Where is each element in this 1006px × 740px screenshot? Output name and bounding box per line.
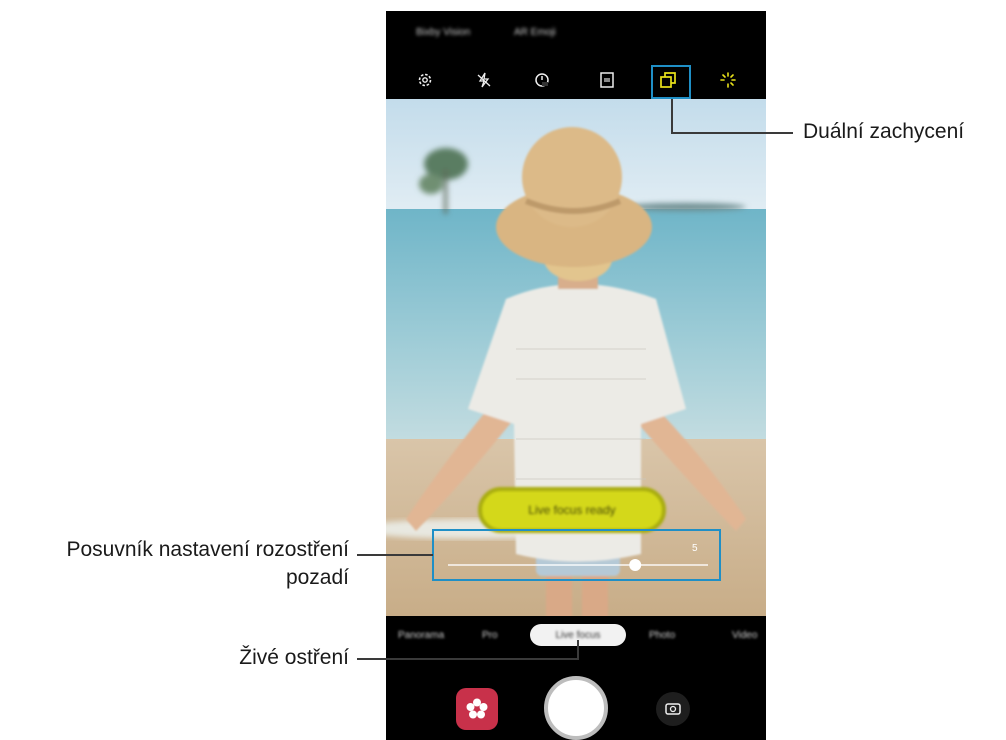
bixby-flower-icon[interactable] — [456, 688, 498, 730]
live-focus-ready-indicator: Live focus ready — [478, 487, 666, 533]
blur-slider-leader — [357, 554, 433, 556]
phone-screen: Bixby Vision AR Emoji Live focus ready 5… — [386, 11, 766, 740]
flash-off-icon[interactable] — [471, 67, 497, 93]
bottom-controls: Panorama Pro Live focus Photo Video — [386, 616, 766, 740]
tab-bixby-vision[interactable]: Bixby Vision — [416, 27, 470, 38]
switch-camera-icon[interactable] — [656, 692, 690, 726]
blur-slider-callout: Posuvník nastavení rozostření pozadí — [67, 536, 350, 592]
effects-icon[interactable] — [715, 67, 741, 93]
mode-pro[interactable]: Pro — [482, 630, 498, 641]
settings-icon[interactable] — [412, 67, 438, 93]
blur-slider-callout-frame — [432, 529, 721, 581]
mode-panorama[interactable]: Panorama — [398, 630, 444, 641]
mode-video[interactable]: Video — [732, 630, 757, 641]
timer-icon[interactable] — [529, 67, 555, 93]
blur-slider-callout-line1: Posuvník nastavení rozostření — [66, 538, 350, 561]
live-focus-callout: Živé ostření — [239, 646, 349, 669]
camera-toolbar — [386, 61, 766, 99]
mode-photo[interactable]: Photo — [649, 630, 675, 641]
dual-capture-callout-frame — [651, 65, 691, 99]
shutter-button[interactable] — [544, 676, 608, 740]
live-focus-leader-vertical — [577, 640, 579, 660]
tab-ar-emoji[interactable]: AR Emoji — [514, 27, 556, 38]
aspect-ratio-icon[interactable] — [594, 67, 620, 93]
dual-capture-callout: Duální zachycení — [803, 120, 965, 143]
dual-capture-leader-horizontal — [671, 132, 793, 134]
top-tabs: Bixby Vision AR Emoji — [386, 11, 766, 61]
live-focus-leader-horizontal — [357, 658, 579, 660]
dual-capture-leader-vertical — [671, 99, 673, 133]
blur-slider-callout-line2: pozadí — [285, 566, 349, 589]
